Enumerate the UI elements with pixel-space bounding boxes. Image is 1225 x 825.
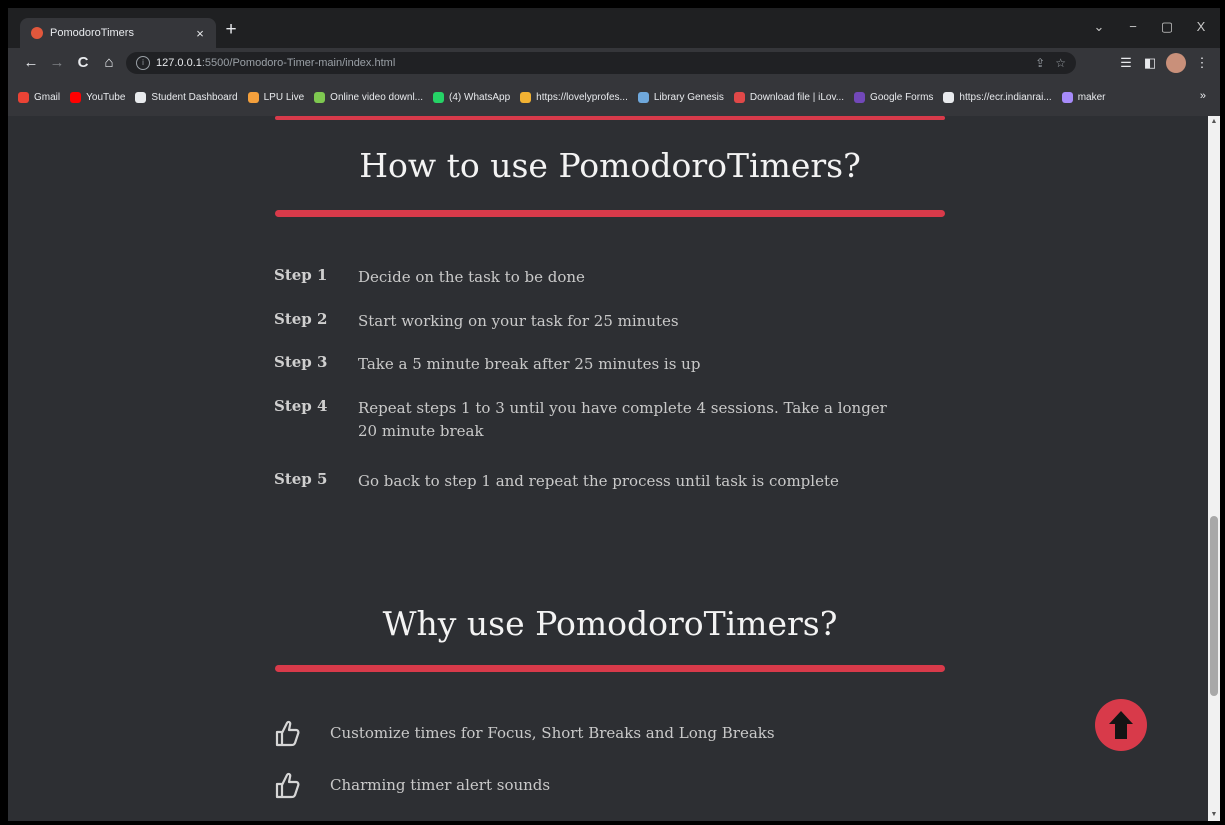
why-list-item: Customize times for Focus, Short Breaks … [274, 718, 974, 748]
step-text: Decide on the task to be done [358, 268, 585, 286]
close-window-button[interactable]: X [1186, 16, 1216, 38]
bookmark-favicon-icon [520, 91, 532, 103]
bookmark-label: LPU Live [263, 91, 305, 103]
bookmark-favicon-icon [854, 91, 866, 103]
bookmark-favicon-icon [943, 91, 955, 103]
bookmark-label: https://lovelyprofes... [536, 91, 628, 103]
step-text: Take a 5 minute break after 25 minutes i… [358, 355, 701, 373]
step-number: Step 3 [274, 353, 328, 371]
tomato-favicon-icon [31, 27, 43, 39]
step-item: Step 5 Go back to step 1 and repeat the … [274, 470, 914, 493]
reading-list-icon[interactable]: ☰ [1116, 53, 1136, 73]
url-path: :5500/Pomodoro-Timer-main/index.html [201, 57, 396, 69]
minimize-button[interactable]: − [1118, 16, 1148, 38]
site-info-icon[interactable]: i [136, 56, 150, 70]
step-number: Step 4 [274, 397, 328, 415]
back-button[interactable]: ← [20, 52, 42, 74]
page-content: How to use PomodoroTimers? Step 1 Decide… [8, 116, 1208, 821]
bookmark-label: Gmail [34, 91, 61, 103]
step-item: Step 4 Repeat steps 1 to 3 until you hav… [274, 397, 914, 443]
bookmark-item[interactable]: Download file | iLov... [733, 91, 845, 103]
step-text: Start working on your task for 25 minute… [358, 312, 679, 330]
scroll-up-arrow-icon[interactable]: ▲ [1208, 116, 1220, 128]
step-item: Step 1 Decide on the task to be done [274, 266, 914, 289]
tab-title: PomodoroTimers [50, 27, 134, 39]
address-bar[interactable]: i 127.0.0.1:5500/Pomodoro-Timer-main/ind… [126, 52, 1076, 74]
menu-kebab-icon[interactable]: ⋮ [1192, 53, 1212, 73]
browser-tab[interactable]: PomodoroTimers × [20, 18, 216, 48]
bookmark-favicon-icon [733, 91, 745, 103]
bookmark-star-icon[interactable]: ☆ [1055, 56, 1066, 70]
tab-close-icon[interactable]: × [192, 26, 208, 41]
bookmark-favicon-icon [314, 91, 326, 103]
bookmark-item[interactable]: Library Genesis [637, 91, 724, 103]
bookmark-item[interactable]: YouTube [70, 91, 126, 103]
browser-toolbar: ← → C ⌂ i 127.0.0.1:5500/Pomodoro-Timer-… [8, 48, 1220, 78]
bookmark-favicon-icon [135, 91, 147, 103]
how-section-title: How to use PomodoroTimers? [359, 146, 861, 185]
bookmark-label: (4) WhatsApp [449, 91, 511, 103]
page-scrollbar[interactable]: ▲ ▼ [1208, 116, 1220, 821]
why-list-item: Charming timer alert sounds [274, 770, 974, 800]
arrow-up-icon [1109, 711, 1133, 739]
bookmark-label: Library Genesis [653, 91, 724, 103]
bookmark-favicon-icon [70, 91, 82, 103]
why-item-text: Customize times for Focus, Short Breaks … [330, 724, 775, 742]
step-text: Repeat steps 1 to 3 until you have compl… [358, 399, 887, 440]
side-panel-icon[interactable]: ◧ [1140, 53, 1160, 73]
bookmark-favicon-icon [637, 91, 649, 103]
tab-strip: PomodoroTimers × + ⌄ − ▢ X [8, 8, 1220, 48]
bookmark-item[interactable]: https://ecr.indianrai... [943, 91, 1052, 103]
bookmark-label: Google Forms [870, 91, 934, 103]
why-title-underline [275, 665, 945, 672]
home-button[interactable]: ⌂ [98, 52, 120, 74]
how-title-underline [275, 210, 945, 217]
bookmarks-bar: Gmail YouTube Student Dashboard LPU Live Onl… [8, 78, 1220, 116]
scrollbar-thumb[interactable] [1210, 516, 1218, 696]
step-number: Step 2 [274, 310, 328, 328]
share-icon[interactable]: ⇪ [1035, 56, 1045, 70]
bookmark-favicon-icon [1061, 91, 1073, 103]
thumbs-up-icon [275, 720, 300, 747]
step-item: Step 3 Take a 5 minute break after 25 mi… [274, 353, 914, 376]
bookmark-item[interactable]: Google Forms [854, 91, 934, 103]
url-host: 127.0.0.1 [156, 57, 202, 69]
step-item: Step 2 Start working on your task for 25… [274, 310, 914, 333]
section-divider [275, 116, 945, 120]
profile-avatar[interactable] [1166, 53, 1186, 73]
bookmark-item[interactable]: https://lovelyprofes... [520, 91, 628, 103]
bookmark-item[interactable]: (4) WhatsApp [433, 91, 511, 103]
step-text: Go back to step 1 and repeat the process… [358, 472, 839, 490]
browser-window: PomodoroTimers × + ⌄ − ▢ X ← → C ⌂ i 127… [8, 8, 1220, 821]
forward-button[interactable]: → [46, 52, 68, 74]
why-item-text: Charming timer alert sounds [330, 776, 551, 794]
new-tab-button[interactable]: + [220, 19, 242, 41]
bookmark-item[interactable]: Online video downl... [314, 91, 424, 103]
bookmark-label: Online video downl... [330, 91, 424, 103]
bookmark-label: Student Dashboard [151, 91, 238, 103]
bookmark-item[interactable]: LPU Live [247, 91, 305, 103]
bookmarks-overflow-button[interactable]: » [1200, 90, 1206, 102]
bookmark-item[interactable]: Gmail [18, 91, 61, 103]
scroll-to-top-button[interactable] [1095, 699, 1147, 751]
tab-search-icon[interactable]: ⌄ [1084, 16, 1114, 38]
bookmark-label: maker [1077, 91, 1106, 103]
scroll-down-arrow-icon[interactable]: ▼ [1208, 809, 1220, 821]
bookmark-favicon-icon [433, 91, 445, 103]
why-section-title: Why use PomodoroTimers? [382, 604, 838, 643]
bookmark-favicon-icon [247, 91, 259, 103]
step-number: Step 1 [274, 266, 328, 284]
restore-button[interactable]: ▢ [1152, 16, 1182, 38]
reload-button[interactable]: C [72, 52, 94, 74]
bookmark-label: https://ecr.indianrai... [959, 91, 1052, 103]
bookmark-label: Download file | iLov... [749, 91, 845, 103]
bookmark-item[interactable]: Student Dashboard [135, 91, 238, 103]
thumbs-up-icon [275, 772, 300, 799]
step-number: Step 5 [274, 470, 328, 488]
bookmark-label: YouTube [86, 91, 126, 103]
bookmark-favicon-icon [18, 91, 29, 103]
bookmark-item[interactable]: maker [1061, 91, 1106, 103]
